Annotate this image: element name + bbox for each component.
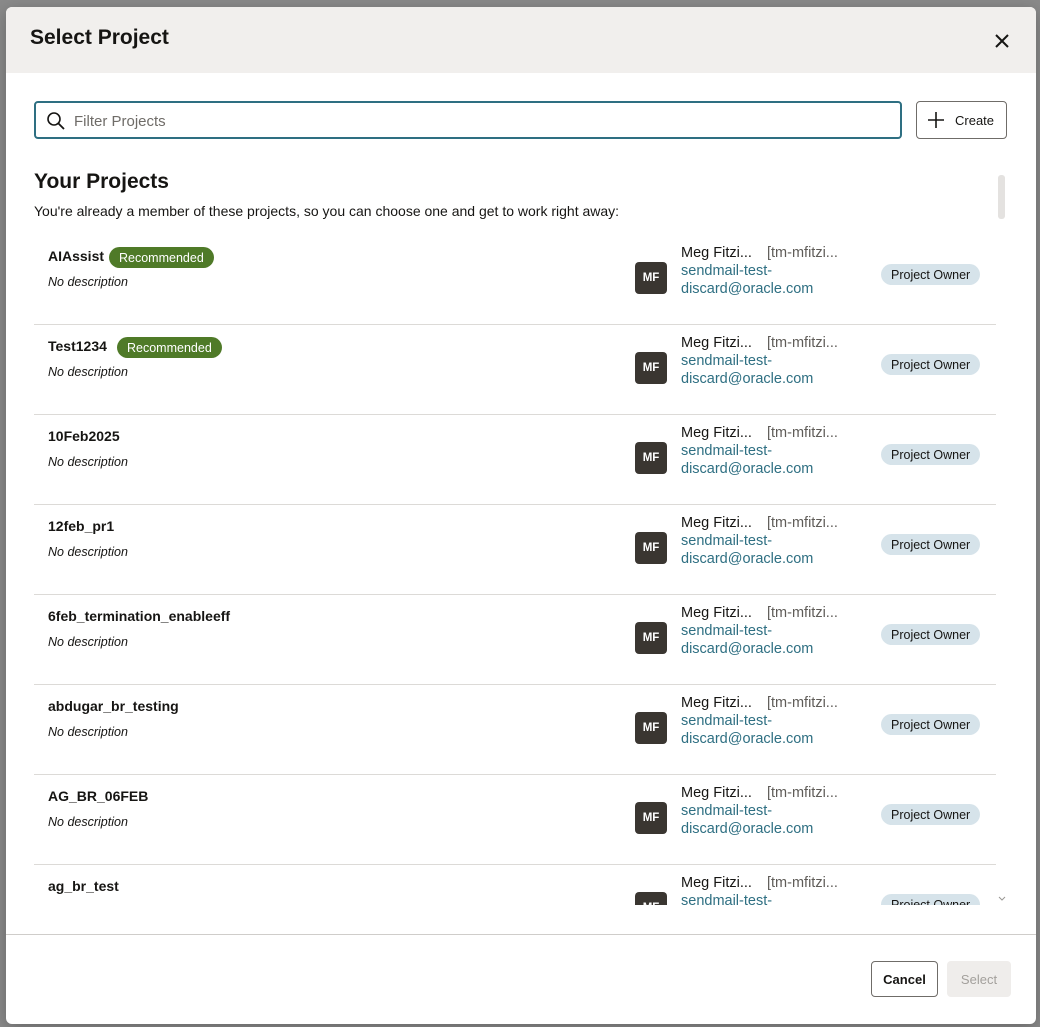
owner-email-link[interactable]: sendmail-test- [681,713,772,729]
role-badge: Project Owner [881,894,981,905]
owner-name: Meg Fitzi... [681,695,752,711]
project-name: AIAssist [48,248,105,264]
avatar: MF [635,262,667,294]
project-name: ag_br_test [48,878,119,894]
owner-name: Meg Fitzi... [681,425,752,441]
project-name: 10Feb2025 [48,428,120,444]
filter-projects-field[interactable] [34,101,902,139]
owner-email-link[interactable]: discard@oracle.com [681,371,813,387]
owner-email-link[interactable]: discard@oracle.com [681,641,813,657]
plus-icon [928,112,944,128]
project-description: No description [48,725,128,739]
project-row[interactable]: Test1234 Recommended No description MF M… [34,325,996,415]
role-badge: Project Owner [881,804,981,825]
owner-email-link[interactable]: discard@oracle.com [681,551,813,567]
project-description: No description [48,275,128,289]
project-name: Test1234 [48,338,107,354]
avatar: MF [635,352,667,384]
owner-name: Meg Fitzi... [681,335,752,351]
project-name: 6feb_termination_enableeff [48,608,231,624]
scroll-down-arrow-icon[interactable] [998,895,1006,903]
search-icon [47,112,65,130]
owner-name: Meg Fitzi... [681,245,752,261]
owner-id: [tm-mfitzi... [767,515,838,531]
project-row[interactable]: 12feb_pr1 No description MF Meg Fitzi...… [34,505,996,595]
project-list: AIAssist Recommended No description MF M… [34,235,996,905]
project-name: abdugar_br_testing [48,698,179,714]
owner-email-link[interactable]: sendmail-test- [681,263,772,279]
project-name: 12feb_pr1 [48,518,115,534]
owner-email-link[interactable]: sendmail-test- [681,443,772,459]
owner-id: [tm-mfitzi... [767,785,838,801]
owner-id: [tm-mfitzi... [767,425,838,441]
footer-divider [6,934,1036,935]
search-input[interactable] [74,109,884,133]
owner-id: [tm-mfitzi... [767,335,838,351]
owner-name: Meg Fitzi... [681,605,752,621]
project-row[interactable]: 6feb_termination_enableeff No descriptio… [34,595,996,685]
dialog-title: Select Project [30,26,169,49]
close-icon [995,34,1009,48]
owner-id: [tm-mfitzi... [767,605,838,621]
project-description: No description [48,635,128,649]
project-description: No description [48,455,128,469]
owner-id: [tm-mfitzi... [767,695,838,711]
avatar: MF [635,622,667,654]
project-description: No description [48,545,128,559]
avatar: MF [635,532,667,564]
role-badge: Project Owner [881,264,981,285]
section-title: Your Projects [34,170,169,193]
owner-name: Meg Fitzi... [681,875,752,891]
owner-email-link[interactable]: sendmail-test- [681,893,772,905]
owner-name: Meg Fitzi... [681,785,752,801]
avatar: MF [635,802,667,834]
owner-email-link[interactable]: discard@oracle.com [681,281,813,297]
project-name: AG_BR_06FEB [48,788,149,804]
role-badge: Project Owner [881,714,981,735]
owner-email-link[interactable]: sendmail-test- [681,623,772,639]
select-project-dialog: Select Project Create Your Projects You'… [6,7,1036,1024]
role-badge: Project Owner [881,534,981,555]
create-button[interactable]: Create [916,101,1007,139]
owner-email-link[interactable]: sendmail-test- [681,353,772,369]
projects-scroll-area[interactable]: Your Projects You're already a member of… [34,167,996,905]
owner-email-link[interactable]: sendmail-test- [681,803,772,819]
owner-email-link[interactable]: discard@oracle.com [681,731,813,747]
owner-email-link[interactable]: sendmail-test- [681,533,772,549]
role-badge: Project Owner [881,444,981,465]
owner-id: [tm-mfitzi... [767,245,838,261]
owner-id: [tm-mfitzi... [767,875,838,891]
section-description: You're already a member of these project… [34,203,620,219]
project-row[interactable]: AG_BR_06FEB No description MF Meg Fitzi.… [34,775,996,865]
create-button-label: Create [955,112,995,128]
select-button[interactable]: Select [947,961,1011,997]
project-row[interactable]: ag_br_test No description MF Meg Fitzi..… [34,865,996,905]
close-button[interactable] [988,27,1016,55]
cancel-button[interactable]: Cancel [871,961,938,997]
scrollbar-thumb[interactable] [998,175,1005,219]
project-row[interactable]: 10Feb2025 No description MF Meg Fitzi...… [34,415,996,505]
owner-email-link[interactable]: discard@oracle.com [681,461,813,477]
owner-email-link[interactable]: discard@oracle.com [681,821,813,837]
owner-name: Meg Fitzi... [681,515,752,531]
role-badge: Project Owner [881,624,981,645]
avatar: MF [635,892,667,905]
avatar: MF [635,712,667,744]
recommended-badge: Recommended [117,337,222,358]
project-row[interactable]: abdugar_br_testing No description MF Meg… [34,685,996,775]
project-row[interactable]: AIAssist Recommended No description MF M… [34,235,996,325]
avatar: MF [635,442,667,474]
role-badge: Project Owner [881,354,981,375]
recommended-badge: Recommended [109,247,214,268]
dialog-header: Select Project [6,7,1036,73]
project-description: No description [48,365,128,379]
project-description: No description [48,815,128,829]
